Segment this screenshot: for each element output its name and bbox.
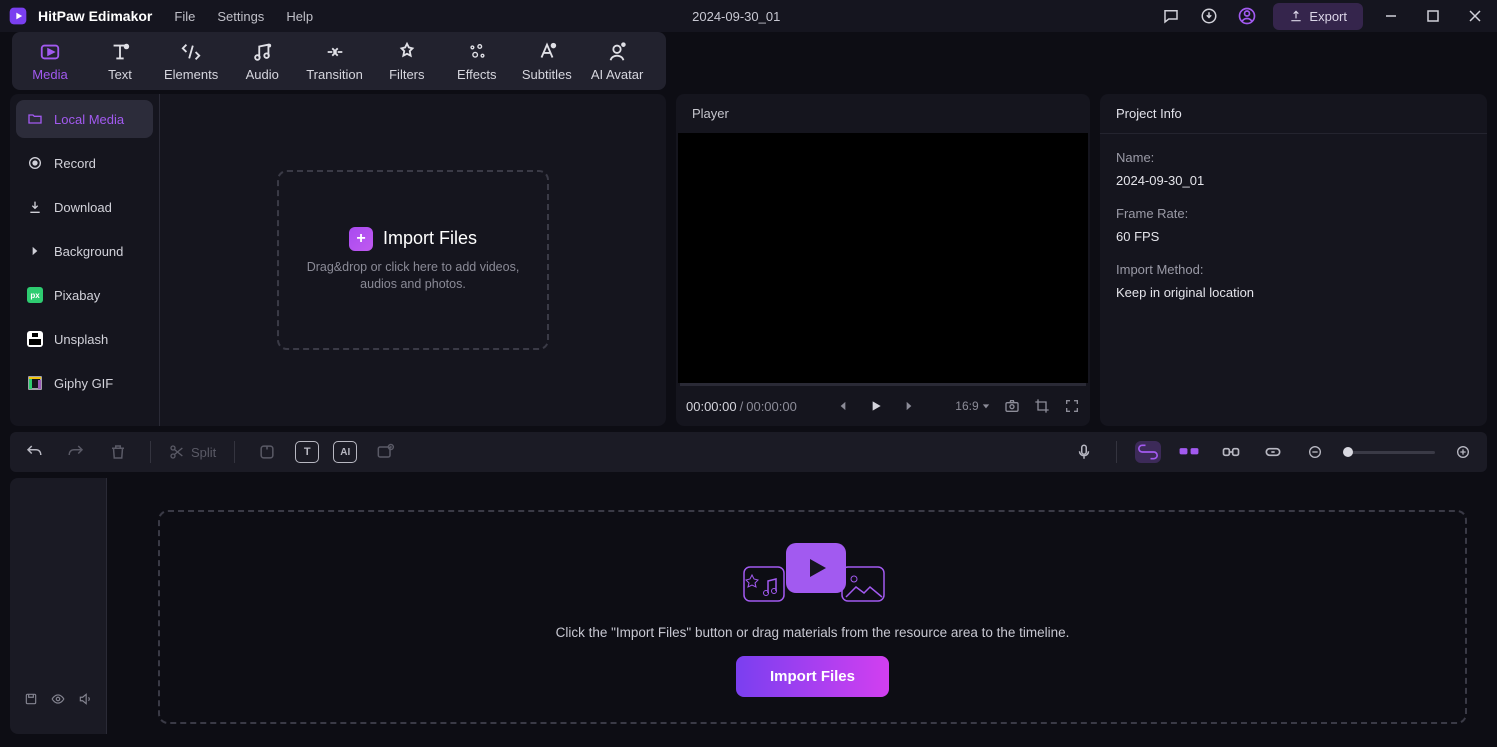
project-info-title: Project Info [1100, 94, 1487, 134]
info-name-value: 2024-09-30_01 [1116, 173, 1471, 188]
account-icon[interactable] [1235, 4, 1259, 28]
magnet-button[interactable] [1175, 438, 1203, 466]
snap-toggle[interactable] [1135, 441, 1161, 463]
ripple-button[interactable] [1217, 438, 1245, 466]
marker-button[interactable] [253, 438, 281, 466]
tab-ai-avatar[interactable]: AI Avatar [591, 41, 644, 82]
text-tool-button[interactable]: T [295, 441, 319, 463]
window-minimize-icon[interactable] [1377, 2, 1405, 30]
timeline-area: Click the "Import Files" button or drag … [10, 478, 1487, 734]
sidebar-item-unsplash[interactable]: Unsplash [16, 320, 153, 358]
record-icon [26, 154, 44, 172]
unsplash-icon [26, 330, 44, 348]
menu-help[interactable]: Help [286, 9, 313, 24]
plus-icon: + [349, 227, 373, 251]
info-framerate-label: Frame Rate: [1116, 206, 1471, 221]
snapshot-button[interactable] [1004, 398, 1020, 414]
info-name-label: Name: [1116, 150, 1471, 165]
track-visibility-icon[interactable] [50, 692, 66, 706]
info-import-label: Import Method: [1116, 262, 1471, 277]
window-close-icon[interactable] [1461, 2, 1489, 30]
timeline-toolbar: Split T AI [10, 432, 1487, 472]
track-mute-icon[interactable] [78, 692, 92, 706]
track-head [10, 478, 106, 734]
menu-file[interactable]: File [174, 9, 195, 24]
chevron-right-icon [26, 242, 44, 260]
import-subtitle: Drag&drop or click here to add videos, a… [279, 259, 547, 294]
player-canvas[interactable] [678, 133, 1088, 383]
tab-media[interactable]: Media [24, 41, 76, 82]
sidebar-item-background[interactable]: Background [16, 232, 153, 270]
menu-bar: File Settings Help [174, 9, 313, 24]
download-arrow-icon [26, 198, 44, 216]
play-button[interactable] [868, 398, 884, 414]
svg-text:px: px [30, 291, 40, 300]
player-panel: Player 00:00:00 / 00:00:00 16:9 [676, 94, 1090, 426]
tab-effects[interactable]: Effects [451, 41, 503, 82]
import-dropzone[interactable]: + Import Files Drag&drop or click here t… [277, 170, 549, 350]
crop-button[interactable] [1034, 398, 1050, 414]
window-maximize-icon[interactable] [1419, 2, 1447, 30]
project-info-panel: Project Info Name: 2024-09-30_01 Frame R… [1100, 94, 1487, 426]
timeline-dropzone[interactable]: Click the "Import Files" button or drag … [158, 510, 1467, 724]
fullscreen-button[interactable] [1064, 398, 1080, 414]
sidebar-item-record[interactable]: Record [16, 144, 153, 182]
tab-text[interactable]: Text [94, 41, 146, 82]
media-sidebar: Local Media Record Download Background p… [10, 94, 160, 426]
app-name: HitPaw Edimakor [38, 8, 152, 24]
split-button[interactable]: Split [169, 444, 216, 460]
menu-settings[interactable]: Settings [217, 9, 264, 24]
feedback-icon[interactable] [1159, 4, 1183, 28]
zoom-in-button[interactable] [1449, 438, 1477, 466]
giphy-icon [26, 374, 44, 392]
folder-icon [26, 110, 44, 128]
aspect-ratio-select[interactable]: 16:9 [955, 399, 990, 413]
sidebar-item-download[interactable]: Download [16, 188, 153, 226]
prev-frame-button[interactable] [836, 398, 850, 414]
app-logo-icon [8, 6, 28, 26]
sidebar-item-giphy[interactable]: Giphy GIF [16, 364, 153, 402]
pixabay-icon: px [26, 286, 44, 304]
export-button[interactable]: Export [1273, 3, 1363, 30]
tab-transition[interactable]: Transition [306, 41, 363, 82]
export-label: Export [1309, 9, 1347, 24]
timeline-media-icon [738, 537, 888, 609]
tab-audio[interactable]: Audio [236, 41, 288, 82]
time-total: 00:00:00 [746, 399, 797, 414]
download-icon[interactable] [1197, 4, 1221, 28]
sidebar-item-pixabay[interactable]: px Pixabay [16, 276, 153, 314]
timeline-body[interactable]: Click the "Import Files" button or drag … [106, 478, 1487, 734]
tab-filters[interactable]: Filters [381, 41, 433, 82]
info-framerate-value: 60 FPS [1116, 229, 1471, 244]
ai-tool-button[interactable]: AI [333, 441, 357, 463]
next-frame-button[interactable] [902, 398, 916, 414]
tab-elements[interactable]: Elements [164, 41, 218, 82]
redo-button[interactable] [62, 438, 90, 466]
timeline-hint: Click the "Import Files" button or drag … [556, 625, 1070, 640]
undo-button[interactable] [20, 438, 48, 466]
delete-button[interactable] [104, 438, 132, 466]
project-title: 2024-09-30_01 [313, 9, 1159, 24]
timeline-import-button[interactable]: Import Files [736, 656, 889, 697]
top-tabs: Media Text Elements Audio Transition Fil… [12, 32, 666, 90]
import-title: Import Files [383, 228, 477, 249]
voiceover-button[interactable] [1070, 438, 1098, 466]
info-import-value: Keep in original location [1116, 285, 1471, 300]
link-button[interactable] [1259, 438, 1287, 466]
tab-subtitles[interactable]: Subtitles [521, 41, 573, 82]
zoom-out-button[interactable] [1301, 438, 1329, 466]
zoom-slider[interactable] [1343, 451, 1435, 454]
time-current: 00:00:00 [686, 399, 737, 414]
player-title: Player [676, 94, 1090, 133]
add-clip-button[interactable] [371, 438, 399, 466]
media-panel: Local Media Record Download Background p… [10, 94, 666, 426]
sidebar-item-local-media[interactable]: Local Media [16, 100, 153, 138]
track-save-icon[interactable] [24, 692, 38, 706]
